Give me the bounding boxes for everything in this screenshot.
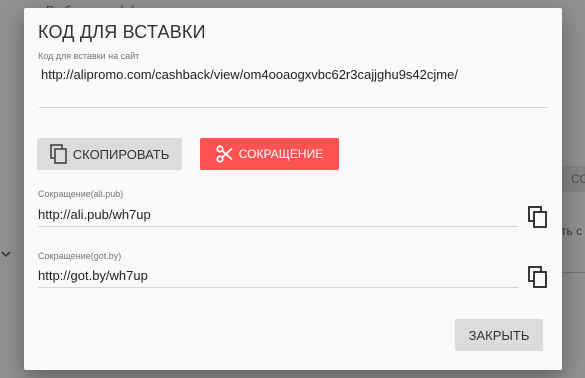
scissors-icon (216, 145, 234, 163)
copy-icon (528, 206, 547, 228)
shorten-button-label: СОКРАЩЕНИЕ (238, 147, 324, 161)
copy-icon (528, 266, 547, 288)
embed-code-dialog: КОД ДЛЯ ВСТАВКИ Код для вставки на сайт … (24, 8, 562, 370)
embed-code-field[interactable]: http://alipromo.com/cashback/view/om4ooa… (41, 67, 458, 82)
close-button[interactable]: ЗАКРЫТЬ (455, 319, 543, 351)
copy-button-label: СКОПИРОВАТЬ (72, 146, 170, 162)
copy-short-link-button[interactable] (527, 265, 549, 289)
close-button-label: ЗАКРЫТЬ (468, 327, 530, 343)
short-link-label: Сокращение(got.by) (38, 251, 122, 261)
copy-short-link-button[interactable] (527, 205, 549, 229)
short-link-underline (38, 226, 518, 227)
dialog-title: КОД ДЛЯ ВСТАВКИ (38, 22, 206, 42)
copy-icon (49, 144, 68, 164)
short-link-label: Сокращение(ali.pub) (38, 189, 124, 199)
copy-button[interactable]: СКОПИРОВАТЬ (37, 138, 182, 170)
short-link-field[interactable]: http://got.by/wh7up (38, 268, 148, 283)
short-link-underline (38, 287, 518, 288)
short-link-field[interactable]: http://ali.pub/wh7up (38, 207, 151, 222)
shorten-button[interactable]: СОКРАЩЕНИЕ (200, 138, 339, 170)
embed-code-underline (39, 107, 547, 108)
embed-code-label: Код для вставки на сайт (38, 51, 140, 61)
